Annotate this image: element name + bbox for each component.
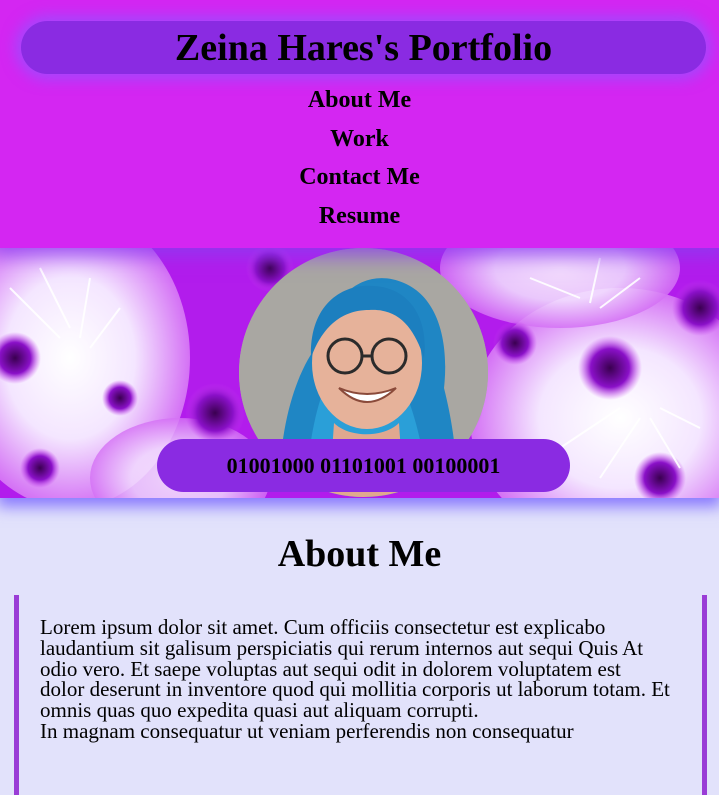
nav-link-work[interactable]: Work xyxy=(330,121,389,160)
nav-link-about-me[interactable]: About Me xyxy=(308,82,411,121)
title-banner: Zeina Hares's Portfolio xyxy=(21,21,706,74)
hero-banner: 01001000 01101001 00100001 xyxy=(0,248,719,498)
site-title: Zeina Hares's Portfolio xyxy=(174,26,553,69)
about-me-text: Lorem ipsum dolor sit amet. Cum officiis… xyxy=(40,615,670,743)
site-header: Zeina Hares's Portfolio About Me Work Co… xyxy=(0,0,719,248)
about-me-heading: About Me xyxy=(277,533,442,575)
about-me-paragraph-1: Lorem ipsum dolor sit amet. Cum officiis… xyxy=(40,615,670,723)
binary-greeting-text: 01001000 01101001 00100001 xyxy=(226,452,501,478)
nav-link-contact-me[interactable]: Contact Me xyxy=(299,159,420,198)
nav-link-resume[interactable]: Resume xyxy=(319,198,400,237)
binary-greeting-badge: 01001000 01101001 00100001 xyxy=(157,439,570,492)
main-nav: About Me Work Contact Me Resume xyxy=(0,82,719,237)
about-me-paragraph-2: In magnam consequatur ut veniam perferen… xyxy=(40,718,574,743)
